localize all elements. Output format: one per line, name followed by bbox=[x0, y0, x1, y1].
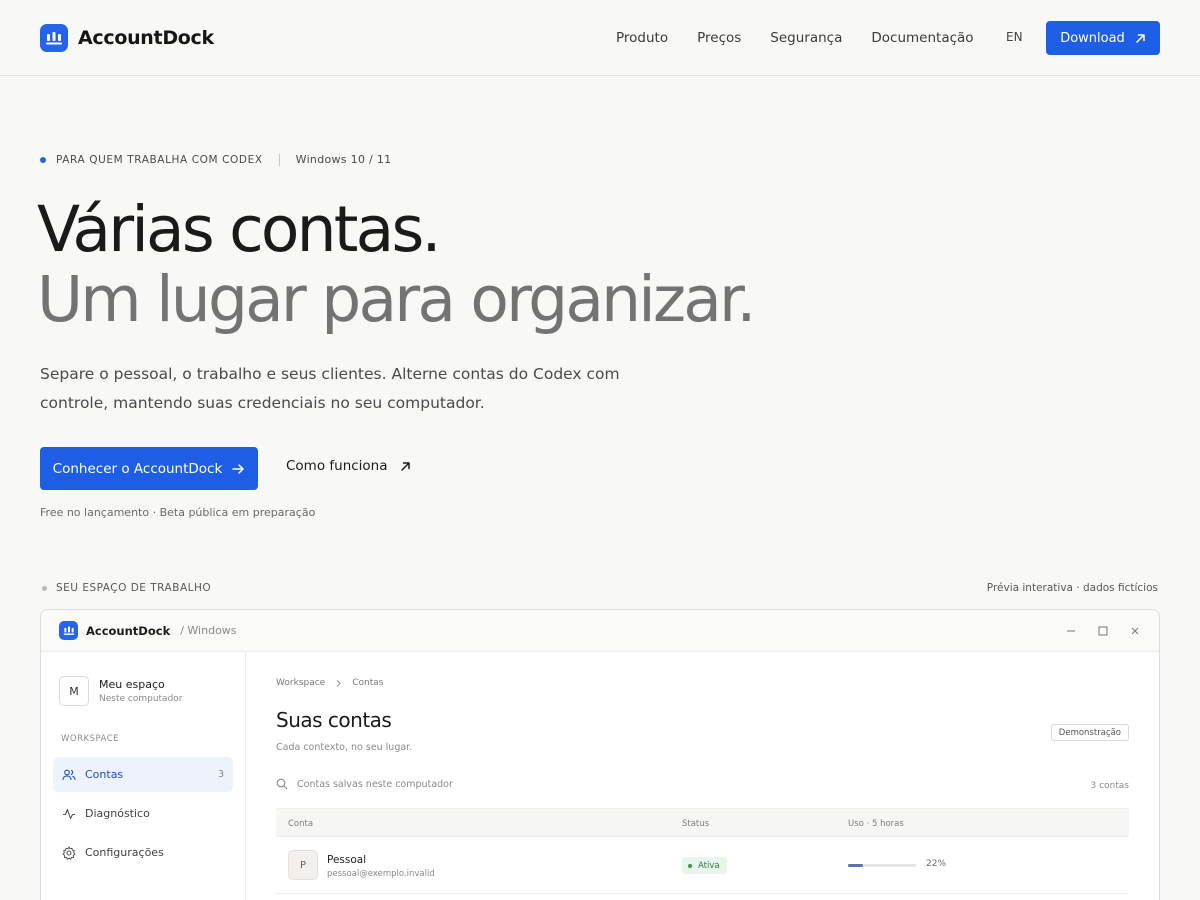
window-title: AccountDock bbox=[86, 623, 171, 638]
chevron-right-icon bbox=[336, 679, 341, 687]
eyebrow-text: PARA QUEM TRABALHA COM CODEX bbox=[56, 153, 263, 166]
sidebar-item-contas[interactable]: Contas 3 bbox=[53, 757, 233, 792]
brand-name: AccountDock bbox=[78, 26, 214, 49]
hero-headline-primary: Várias contas. bbox=[37, 193, 442, 266]
breadcrumb-contas: Contas bbox=[352, 678, 384, 688]
sidebar-group-label: WORKSPACE bbox=[61, 734, 120, 744]
arrow-right-icon bbox=[232, 463, 245, 474]
search-placeholder: Contas salvas neste computador bbox=[297, 778, 453, 790]
page-subtitle: Cada contexto, no seu lugar. bbox=[276, 742, 413, 753]
app-logo-icon bbox=[59, 621, 78, 640]
page-title: Suas contas bbox=[276, 708, 392, 732]
status-label: Ativa bbox=[698, 860, 720, 871]
language-switch[interactable]: EN bbox=[1006, 30, 1023, 44]
accounts-search-input[interactable]: Contas salvas neste computador bbox=[276, 778, 453, 790]
preview-note: Prévia interativa · dados fictícios bbox=[986, 582, 1158, 594]
hero-eyebrow: PARA QUEM TRABALHA COM CODEX Windows 10 … bbox=[40, 153, 391, 166]
workspace-location: Neste computador bbox=[99, 694, 183, 704]
arrow-up-right-icon bbox=[400, 461, 410, 471]
usage-progress-fill bbox=[848, 864, 863, 867]
sidebar-item-label: Contas bbox=[85, 768, 124, 781]
main-nav: Produto Preços Segurança Documentação bbox=[616, 0, 974, 76]
table-row[interactable]: P Pessoal pessoal@exemplo.invalid Ativa … bbox=[276, 837, 1129, 894]
close-icon[interactable] bbox=[1129, 625, 1141, 637]
nav-link-precos[interactable]: Preços bbox=[697, 30, 741, 46]
download-button[interactable]: Download bbox=[1046, 21, 1160, 55]
supported-os: Windows 10 / 11 bbox=[295, 153, 392, 166]
sidebar-item-label: Configurações bbox=[85, 846, 164, 859]
hero-lead: Separe o pessoal, o trabalho e seus clie… bbox=[40, 365, 620, 412]
account-avatar: P bbox=[288, 850, 318, 880]
workspace-avatar: M bbox=[59, 676, 89, 706]
gear-icon bbox=[62, 846, 76, 860]
how-it-works-link[interactable]: Como funciona bbox=[286, 458, 411, 474]
breadcrumb-workspace[interactable]: Workspace bbox=[276, 678, 325, 688]
minimize-icon[interactable] bbox=[1065, 625, 1077, 637]
app-preview-window: AccountDock / Windows M Meu espaço Neste… bbox=[40, 609, 1160, 900]
hero-headline-secondary: Um lugar para organizar. bbox=[37, 263, 756, 336]
breadcrumb: Workspace Contas bbox=[276, 678, 383, 688]
release-note: Free no lançamento · Beta pública em pre… bbox=[40, 506, 316, 519]
section-dot-icon bbox=[42, 585, 47, 591]
account-name: Pessoal bbox=[327, 854, 367, 866]
sidebar-item-label: Diagnóstico bbox=[85, 807, 150, 820]
column-header-conta: Conta bbox=[288, 819, 314, 829]
preview-section-title: SEU ESPAÇO DE TRABALHO bbox=[56, 582, 212, 594]
workspace-switcher[interactable]: M Meu espaço Neste computador bbox=[59, 676, 183, 706]
demo-badge: Demonstração bbox=[1050, 724, 1129, 741]
eyebrow-divider bbox=[278, 153, 280, 166]
sidebar-item-configuracoes[interactable]: Configurações bbox=[53, 835, 233, 870]
users-icon bbox=[62, 769, 76, 780]
workspace-name: Meu espaço bbox=[99, 678, 165, 691]
column-header-uso: Uso · 5 horas bbox=[848, 819, 904, 829]
arrow-up-right-icon bbox=[1136, 33, 1145, 43]
accountdock-logo-icon bbox=[40, 23, 68, 52]
account-email: pessoal@exemplo.invalid bbox=[327, 869, 435, 879]
top-navigation: AccountDock Produto Preços Segurança Doc… bbox=[0, 0, 1200, 76]
accounts-count-badge: 3 bbox=[217, 769, 224, 780]
nav-link-produto[interactable]: Produto bbox=[616, 30, 668, 46]
column-header-status: Status bbox=[682, 819, 710, 829]
window-subtitle: / Windows bbox=[180, 624, 237, 637]
sidebar-item-diagnostico[interactable]: Diagnóstico bbox=[53, 796, 233, 831]
learn-more-label: Conhecer o AccountDock bbox=[52, 460, 223, 477]
nav-link-documentacao[interactable]: Documentação bbox=[871, 30, 973, 46]
accounts-table-header: Conta Status Uso · 5 horas bbox=[276, 808, 1129, 837]
activity-icon bbox=[63, 808, 75, 819]
maximize-icon[interactable] bbox=[1097, 625, 1109, 637]
search-icon bbox=[276, 778, 288, 790]
window-titlebar: AccountDock / Windows bbox=[41, 610, 1159, 652]
how-it-works-label: Como funciona bbox=[286, 458, 388, 474]
download-button-label: Download bbox=[1060, 30, 1125, 46]
window-controls bbox=[1065, 625, 1141, 637]
nav-link-seguranca[interactable]: Segurança bbox=[770, 30, 842, 46]
accounts-count: 3 contas bbox=[1090, 781, 1129, 791]
usage-value: 22% bbox=[926, 859, 947, 869]
eyebrow-dot-icon bbox=[40, 156, 46, 163]
status-dot-icon bbox=[688, 863, 692, 868]
app-sidebar: M Meu espaço Neste computador WORKSPACE … bbox=[41, 652, 246, 900]
usage-progress-bar bbox=[848, 864, 916, 867]
learn-more-button[interactable]: Conhecer o AccountDock bbox=[40, 447, 258, 490]
status-badge: Ativa bbox=[682, 857, 727, 874]
brand[interactable]: AccountDock bbox=[40, 23, 214, 52]
preview-section-label: SEU ESPAÇO DE TRABALHO bbox=[42, 582, 211, 594]
